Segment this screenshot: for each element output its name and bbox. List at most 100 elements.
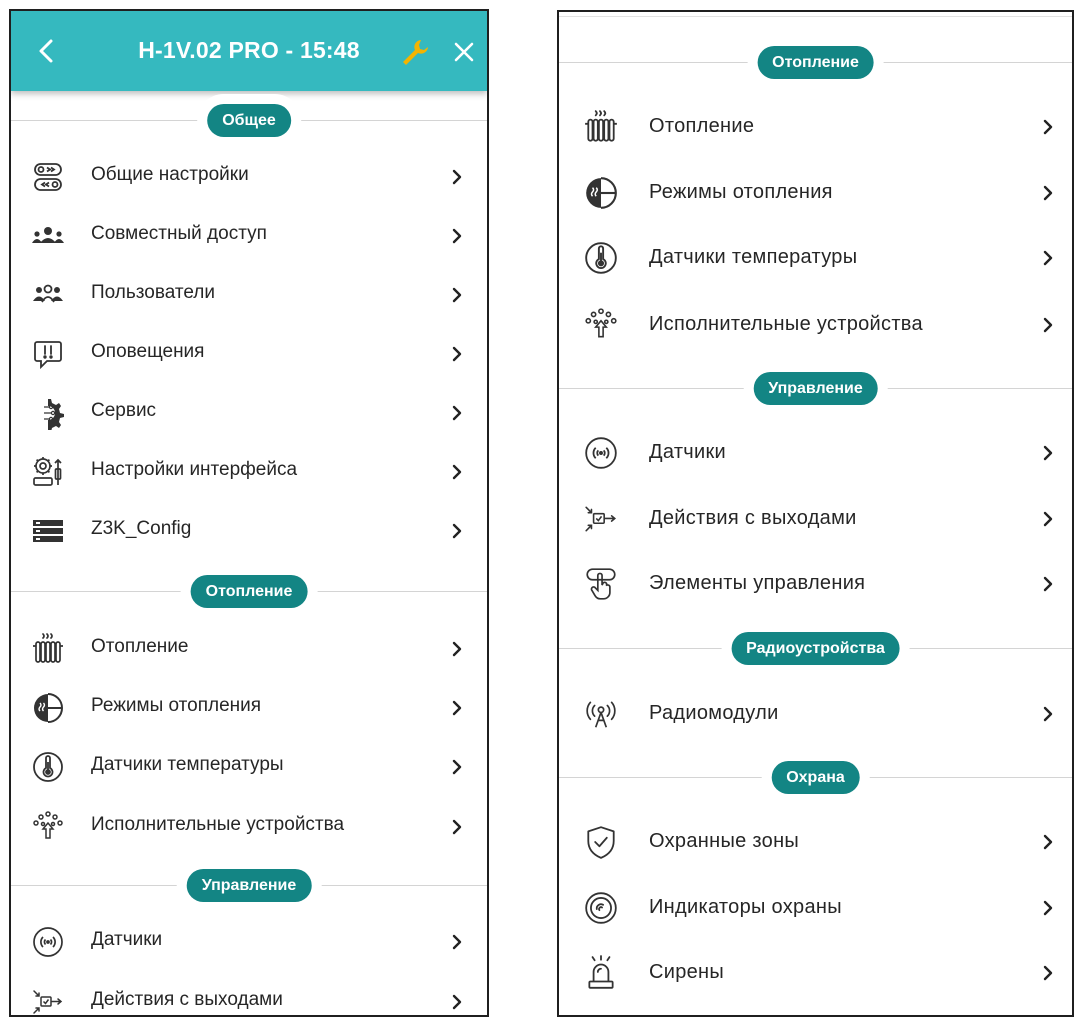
- menu-item-heating-modes[interactable]: Режимы отопления: [559, 163, 1072, 221]
- menu-item-heating-modes[interactable]: Режимы отопления: [11, 678, 487, 736]
- radio-antenna-icon: [583, 696, 619, 732]
- wrench-icon[interactable]: [399, 37, 431, 69]
- chevron-right-icon: [1042, 898, 1054, 918]
- menu-item-security-zones[interactable]: Охранные зоны: [559, 812, 1072, 870]
- chevron-right-icon: [451, 639, 463, 659]
- actuators-icon: [31, 810, 65, 844]
- menu-item-label: Действия с выходами: [91, 989, 283, 1010]
- menu-item-label: Оповещения: [91, 341, 205, 362]
- thermometer-icon: [31, 750, 65, 784]
- actuators-icon: [583, 307, 619, 343]
- menu-item-label: Датчики: [91, 929, 163, 950]
- menu-item-control-elements[interactable]: Элементы управления: [559, 554, 1072, 612]
- notification-icon: [31, 337, 65, 371]
- chevron-right-icon: [1042, 509, 1054, 529]
- menu-item-sirens[interactable]: Сирены: [559, 943, 1072, 1001]
- toggle-settings-icon: [31, 160, 65, 194]
- menu-item-label: Исполнительные устройства: [91, 814, 345, 835]
- chevron-right-icon: [1042, 248, 1054, 268]
- output-actions-icon: [583, 501, 619, 537]
- menu-item-label: Общие настройки: [91, 164, 249, 185]
- users-icon: [31, 278, 65, 312]
- menu-item-label: Индикаторы охраны: [649, 896, 842, 918]
- menu-item-label: Сирены: [649, 961, 725, 983]
- chevron-right-icon: [451, 226, 463, 246]
- menu-item-label: Радиомодули: [649, 702, 779, 724]
- chevron-right-icon: [451, 932, 463, 952]
- interface-settings-icon: [31, 455, 65, 489]
- sensor-icon: [583, 435, 619, 471]
- menu-item-temperature-sensors[interactable]: Датчики температуры: [11, 737, 487, 795]
- menu-item-label: Z3K_Config: [91, 518, 192, 539]
- menu-item-z3k-config[interactable]: Z3K_Config: [11, 501, 487, 559]
- heating-modes-icon: [583, 175, 619, 211]
- chevron-right-icon: [451, 757, 463, 777]
- siren-icon: [583, 955, 619, 991]
- settings-panel-right: Отопление Отопление Режимы отопления Дат…: [557, 10, 1074, 1017]
- config-server-icon: [31, 514, 65, 548]
- menu-item-shared-access[interactable]: Совместный доступ: [11, 206, 487, 264]
- section-general-title: Общее: [207, 104, 291, 137]
- menu-item-output-actions[interactable]: Действия с выходами: [559, 489, 1072, 547]
- menu-item-service[interactable]: Сервис: [11, 383, 487, 441]
- security-indicator-icon: [583, 890, 619, 926]
- menu-item-heating[interactable]: Отопление: [11, 619, 487, 677]
- scroll-top-divider: [559, 16, 1072, 17]
- menu-item-notifications[interactable]: Оповещения: [11, 324, 487, 382]
- menu-item-sensors[interactable]: Датчики: [11, 912, 487, 970]
- menu-item-output-actions[interactable]: Действия с выходами: [11, 972, 487, 1015]
- section-heating-title: Отопление: [757, 46, 874, 79]
- menu-item-radio-modules[interactable]: Радиомодули: [559, 684, 1072, 742]
- chevron-right-icon: [1042, 832, 1054, 852]
- chevron-right-icon: [1042, 963, 1054, 983]
- chevron-right-icon: [451, 462, 463, 482]
- section-general: Общее: [11, 101, 487, 141]
- menu-item-general-settings[interactable]: Общие настройки: [11, 147, 487, 205]
- menu-item-temperature-sensors[interactable]: Датчики температуры: [559, 228, 1072, 286]
- radiator-icon: [31, 632, 65, 666]
- menu-item-label: Отопление: [91, 636, 189, 657]
- output-actions-icon: [31, 985, 65, 1015]
- menu-item-label: Режимы отопления: [649, 181, 833, 203]
- section-security: Охрана: [559, 758, 1072, 798]
- chevron-right-icon: [451, 403, 463, 423]
- section-control: Управление: [559, 369, 1072, 409]
- menu-item-users[interactable]: Пользователи: [11, 265, 487, 323]
- menu-item-heating[interactable]: Отопление: [559, 97, 1072, 155]
- menu-item-label: Датчики температуры: [649, 246, 858, 268]
- close-icon[interactable]: [451, 39, 477, 65]
- chevron-right-icon: [1042, 183, 1054, 203]
- chevron-right-icon: [1042, 443, 1054, 463]
- menu-item-label: Датчики температуры: [91, 754, 284, 775]
- section-control: Управление: [11, 866, 487, 906]
- menu-item-actuators[interactable]: Исполнительные устройства: [11, 797, 487, 855]
- chevron-right-icon: [451, 521, 463, 541]
- section-heating-title: Отопление: [190, 575, 308, 608]
- section-heating: Отопление: [559, 43, 1072, 83]
- menu-item-label: Датчики: [649, 441, 727, 463]
- heating-modes-icon: [31, 691, 65, 725]
- chevron-right-icon: [1042, 117, 1054, 137]
- sensor-icon: [31, 925, 65, 959]
- section-control-title: Управление: [186, 869, 312, 902]
- chevron-right-icon: [451, 344, 463, 364]
- menu-item-label: Охранные зоны: [649, 830, 800, 852]
- section-radio-title: Радиоустройства: [731, 632, 900, 665]
- thermometer-icon: [583, 240, 619, 276]
- menu-item-security-indicators[interactable]: Индикаторы охраны: [559, 878, 1072, 936]
- menu-item-label: Настройки интерфейса: [91, 459, 298, 480]
- menu-item-label: Отопление: [649, 115, 755, 137]
- chevron-right-icon: [1042, 315, 1054, 335]
- section-control-title: Управление: [753, 372, 878, 405]
- chevron-right-icon: [451, 285, 463, 305]
- menu-item-label: Элементы управления: [649, 572, 866, 594]
- menu-item-label: Совместный доступ: [91, 223, 267, 244]
- menu-item-sensors[interactable]: Датчики: [559, 423, 1072, 481]
- service-gear-icon: [31, 396, 65, 430]
- shield-check-icon: [583, 824, 619, 860]
- menu-item-actuators[interactable]: Исполнительные устройства: [559, 295, 1072, 353]
- menu-item-interface-settings[interactable]: Настройки интерфейса: [11, 442, 487, 500]
- chevron-right-icon: [451, 817, 463, 837]
- chevron-right-icon: [451, 698, 463, 718]
- chevron-right-icon: [1042, 704, 1054, 724]
